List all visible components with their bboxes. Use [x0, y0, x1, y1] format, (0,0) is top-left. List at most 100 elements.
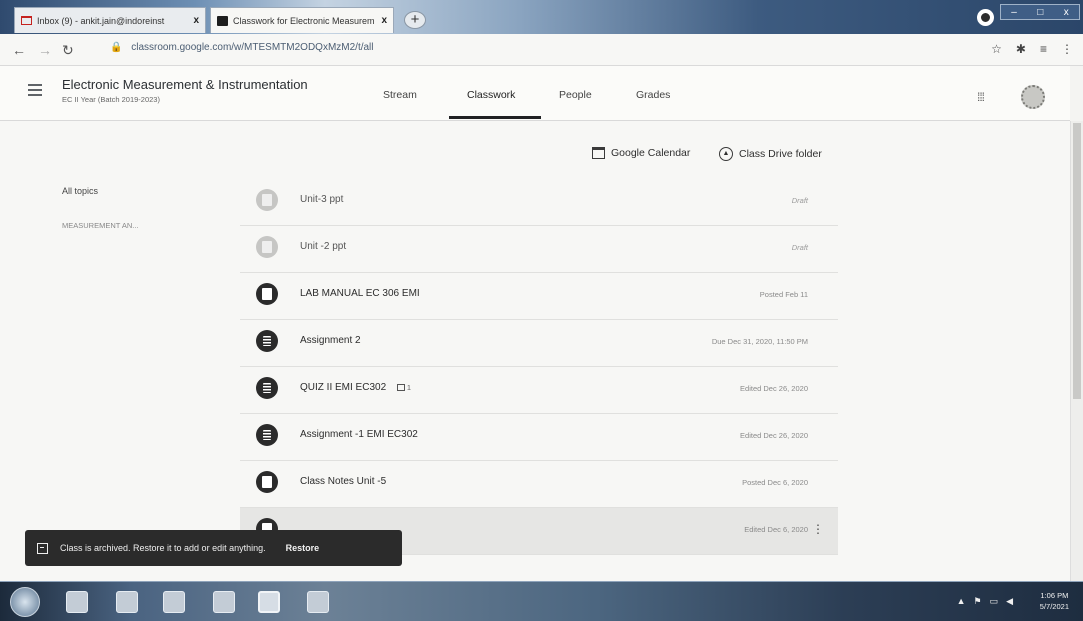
- item-status: Due Dec 31, 2020, 11:50 PM: [711, 337, 808, 346]
- list-item[interactable]: Assignment 2 Due Dec 31, 2020, 11:50 PM: [240, 320, 838, 367]
- system-tray: ▲ ⚑ ▭ ◀: [957, 596, 1013, 607]
- tab-title: Classwork for Electronic Measurem: [233, 15, 375, 26]
- browser-toolbar-icons: ☆ ✱ ≡ ⋮: [991, 42, 1073, 56]
- material-icon: [256, 189, 278, 211]
- tab-people[interactable]: People: [559, 89, 592, 101]
- item-title: QUIZ II EMI EC302 1: [300, 382, 411, 393]
- calendar-label: Google Calendar: [611, 147, 691, 159]
- item-status: Posted Feb 11: [759, 290, 808, 299]
- drive-label: Class Drive folder: [739, 148, 822, 160]
- back-icon[interactable]: ←: [12, 42, 26, 58]
- list-item[interactable]: Unit-3 ppt Draft: [240, 179, 838, 226]
- profile-icon[interactable]: [977, 9, 994, 26]
- tab-classwork-nav[interactable]: Classwork: [467, 89, 515, 101]
- item-title: Class Notes Unit -5: [300, 476, 387, 487]
- class-subtitle: EC II Year (Batch 2019-2023): [62, 95, 160, 104]
- tab-inbox[interactable]: Inbox (9) - ankit.jain@indoreinst x: [14, 7, 206, 33]
- item-title: Assignment 2: [300, 335, 361, 346]
- google-apps-icon[interactable]: ⁞⁞⁞: [977, 90, 985, 104]
- page-scrollbar[interactable]: [1070, 121, 1083, 581]
- firefox-icon[interactable]: [213, 591, 235, 613]
- speaker-icon[interactable]: ◀: [1006, 596, 1013, 607]
- topic-item[interactable]: MEASUREMENT AN...: [62, 221, 139, 230]
- more-options-icon[interactable]: ⋮: [812, 522, 824, 536]
- class-drive-folder-link[interactable]: ▲ Class Drive folder: [719, 147, 822, 161]
- snackbar-message: Class is archived. Restore it to add or …: [60, 543, 266, 553]
- list-item[interactable]: QUIZ II EMI EC302 1 Edited Dec 26, 2020: [240, 367, 838, 414]
- tray-expand-icon[interactable]: ▲: [957, 596, 966, 607]
- address-bar: ← → ↻ 🔒 classroom.google.com/w/MTESMTM2O…: [0, 34, 1083, 66]
- minimize-icon[interactable]: –: [1011, 7, 1017, 18]
- scrollbar-thumb[interactable]: [1073, 123, 1081, 399]
- drive-icon: ▲: [719, 147, 733, 161]
- list-item[interactable]: Assignment -1 EMI EC302 Edited Dec 26, 2…: [240, 414, 838, 461]
- archive-icon: [37, 542, 48, 554]
- reload-icon[interactable]: ↻: [62, 42, 74, 59]
- assignment-icon: [256, 377, 278, 399]
- archived-snackbar: Class is archived. Restore it to add or …: [25, 530, 402, 566]
- classwork-list: Unit-3 ppt Draft Unit -2 ppt Draft LAB M…: [240, 179, 838, 555]
- media-player-icon[interactable]: [163, 591, 185, 613]
- url-text: classroom.google.com/w/MTESMTM2ODQxMzM2/…: [131, 42, 374, 53]
- list-item[interactable]: Class Notes Unit -5 Posted Dec 6, 2020: [240, 461, 838, 508]
- close-window-icon[interactable]: x: [1064, 7, 1069, 18]
- tab-title: Inbox (9) - ankit.jain@indoreinst: [37, 15, 165, 26]
- item-status: Draft: [791, 196, 808, 205]
- classroom-icon: [217, 15, 228, 26]
- explorer-icon[interactable]: [116, 591, 138, 613]
- gmail-icon: [21, 16, 32, 25]
- material-icon: [256, 471, 278, 493]
- tab-grades[interactable]: Grades: [636, 89, 670, 101]
- flag-icon[interactable]: ⚑: [973, 596, 981, 607]
- assignment-icon: [256, 330, 278, 352]
- class-title[interactable]: Electronic Measurement & Instrumentation: [62, 77, 308, 92]
- clock-time: 1:06 PM: [1040, 591, 1069, 600]
- avatar[interactable]: [1021, 85, 1045, 109]
- system-clock[interactable]: 1:06 PM 5/7/2021: [1040, 590, 1069, 612]
- app-header: Electronic Measurement & Instrumentation…: [0, 66, 1070, 121]
- item-status: Edited Dec 26, 2020: [740, 384, 808, 393]
- restore-button[interactable]: Restore: [286, 543, 320, 553]
- item-status: Draft: [791, 243, 808, 252]
- close-tab-icon[interactable]: x: [381, 15, 387, 26]
- tab-stream[interactable]: Stream: [383, 89, 417, 101]
- assignment-icon: [256, 424, 278, 446]
- material-icon: [256, 283, 278, 305]
- item-title: Assignment -1 EMI EC302: [300, 429, 418, 440]
- window-controls: – □ x: [1000, 4, 1080, 20]
- material-icon: [256, 236, 278, 258]
- clock-date: 5/7/2021: [1039, 602, 1069, 611]
- list-item[interactable]: LAB MANUAL EC 306 EMI Posted Feb 11: [240, 273, 838, 320]
- start-button[interactable]: [10, 587, 40, 617]
- lock-icon: 🔒: [110, 42, 123, 53]
- item-title: LAB MANUAL EC 306 EMI: [300, 288, 420, 299]
- chrome-taskbar-icon[interactable]: [258, 591, 280, 613]
- hamburger-menu-icon[interactable]: [28, 84, 42, 99]
- new-tab-button[interactable]: +: [404, 11, 426, 29]
- calendar-icon: [592, 147, 605, 159]
- extensions-icon[interactable]: ✱: [1016, 42, 1026, 56]
- url-field[interactable]: 🔒 classroom.google.com/w/MTESMTM2ODQxMzM…: [110, 42, 374, 53]
- document-icon[interactable]: [307, 591, 329, 613]
- item-status: Edited Dec 6, 2020: [744, 525, 808, 534]
- comment-count: 1: [396, 383, 412, 392]
- forward-icon[interactable]: →: [38, 42, 52, 58]
- browser-menu-icon[interactable]: ⋮: [1061, 42, 1073, 56]
- item-status: Posted Dec 6, 2020: [742, 478, 808, 487]
- active-tab-indicator: [449, 116, 541, 119]
- list-item[interactable]: Unit -2 ppt Draft: [240, 226, 838, 273]
- item-title: Unit-3 ppt: [300, 194, 344, 205]
- star-icon[interactable]: ☆: [991, 42, 1002, 56]
- maximize-icon[interactable]: □: [1037, 7, 1043, 18]
- windows-taskbar: ▲ ⚑ ▭ ◀ 1:06 PM 5/7/2021: [0, 581, 1083, 621]
- google-calendar-link[interactable]: Google Calendar: [592, 147, 690, 159]
- comment-count-value: 1: [406, 383, 412, 392]
- media-icon[interactable]: ≡: [1040, 42, 1047, 56]
- topic-all[interactable]: All topics: [62, 186, 98, 196]
- item-title-text: QUIZ II EMI EC302: [300, 382, 387, 393]
- close-tab-icon[interactable]: x: [193, 15, 199, 26]
- item-status: Edited Dec 26, 2020: [740, 431, 808, 440]
- network-icon[interactable]: ▭: [990, 596, 999, 607]
- tab-classwork[interactable]: Classwork for Electronic Measurem x: [210, 7, 394, 33]
- ie-icon[interactable]: [66, 591, 88, 613]
